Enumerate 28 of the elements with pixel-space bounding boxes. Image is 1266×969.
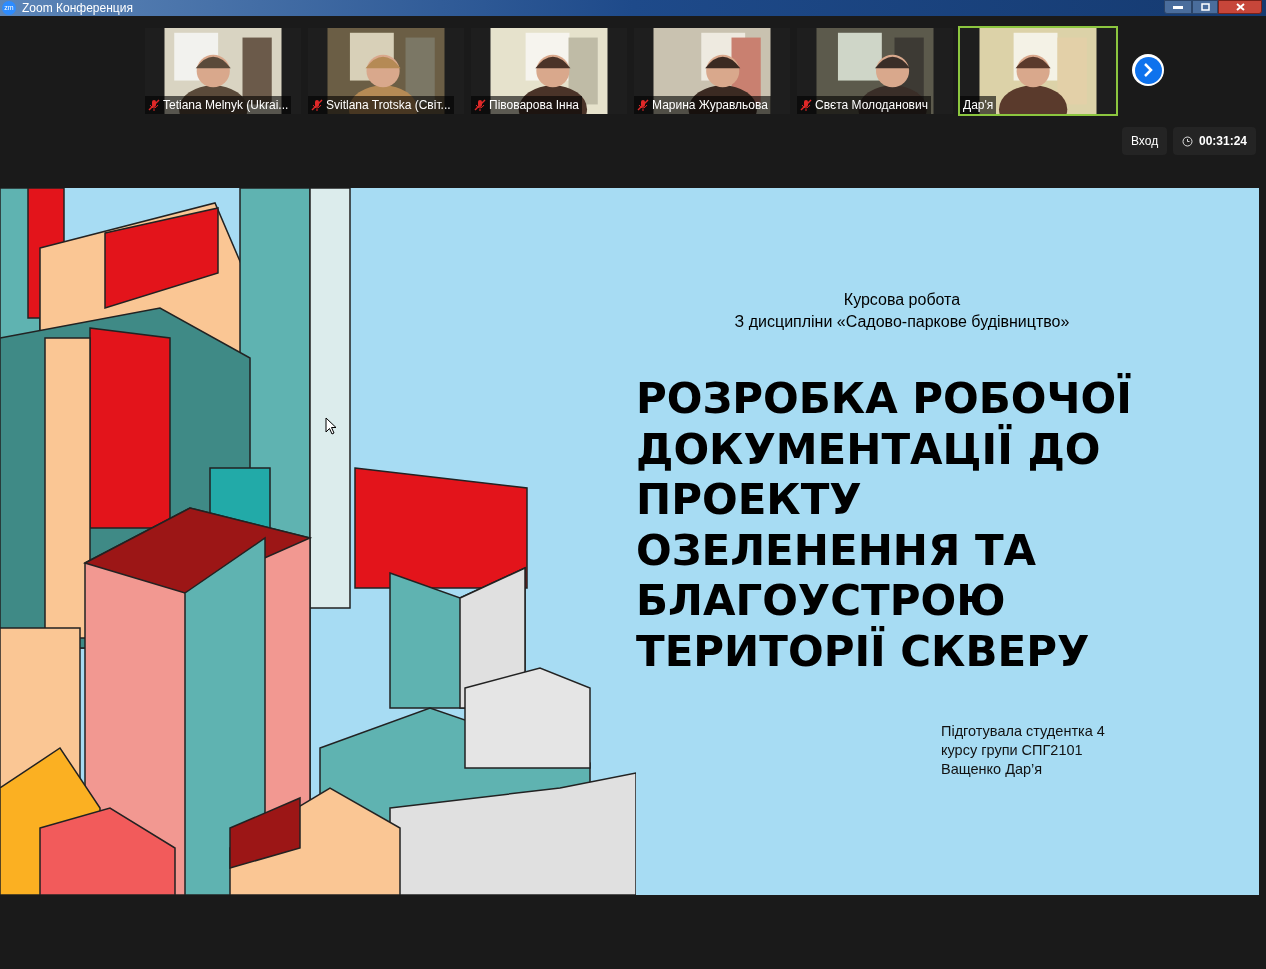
participant-name: Svitlana Trotska (Світ... bbox=[326, 97, 451, 114]
participant-tile[interactable]: Півоварова Інна bbox=[469, 26, 629, 116]
participant-name: Півоварова Інна bbox=[489, 97, 579, 114]
participant-name: Марина Журавльова bbox=[652, 97, 768, 114]
slide-subtitle: Курсова робота З дисципліни «Садово-паркове будівництво» bbox=[733, 290, 1071, 332]
meeting-timer: 00:31:24 bbox=[1199, 133, 1248, 150]
participant-name: Дар'я bbox=[963, 97, 994, 114]
mouse-cursor-icon bbox=[325, 417, 337, 435]
participant-tile[interactable]: Свєта Молоданович bbox=[795, 26, 955, 116]
slide-title: РОЗРОБКА РОБОЧОЇ ДОКУМЕНТАЦІЇ ДО ПРОЕКТУ ОЗЕЛЕНЕННЯ ТА БЛАГОУСТРОЮ ТЕРИТОРІЇ СКВЕРУ bbox=[636, 374, 1133, 677]
participant-tile[interactable]: Tetiana Melnyk (Ukrai... bbox=[143, 26, 303, 116]
window-title: Zoom Конференция bbox=[22, 2, 133, 14]
clock-icon bbox=[1182, 135, 1193, 147]
minimize-icon bbox=[1173, 5, 1183, 9]
minimize-button[interactable] bbox=[1164, 0, 1192, 14]
next-page-button[interactable] bbox=[1132, 54, 1164, 86]
close-icon bbox=[1235, 3, 1245, 11]
enter-button[interactable]: Вход bbox=[1122, 127, 1168, 155]
participant-tile[interactable]: Марина Журавльова bbox=[632, 26, 792, 116]
maximize-button[interactable] bbox=[1192, 0, 1218, 14]
chevron-right-icon bbox=[1143, 63, 1153, 77]
participant-name: Свєта Молоданович bbox=[815, 97, 928, 114]
participant-tile[interactable]: Дар'я bbox=[958, 26, 1118, 116]
participant-tile[interactable]: Svitlana Trotska (Світ... bbox=[306, 26, 466, 116]
close-button[interactable] bbox=[1218, 0, 1262, 14]
author-info: Підготувала студентка 4 курсу групи СПГ2101 Ващенко Дар’я bbox=[941, 722, 1106, 779]
participant-name: Tetiana Melnyk (Ukrai... bbox=[163, 97, 289, 114]
maximize-icon bbox=[1200, 3, 1210, 11]
